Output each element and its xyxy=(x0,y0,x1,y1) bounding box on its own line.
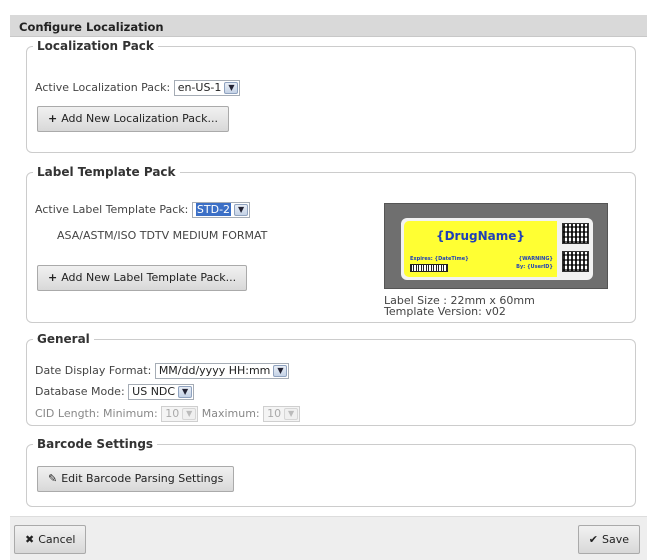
preview-warning: {WARNING} xyxy=(518,256,553,262)
database-mode-label: Database Mode: xyxy=(35,385,125,398)
chevron-down-icon: ▼ xyxy=(234,204,249,216)
localization-pack-value: en-US-1 xyxy=(177,81,222,94)
cancel-button[interactable]: ✖ Cancel xyxy=(14,525,87,554)
pencil-icon: ✎ xyxy=(48,472,58,485)
template-version-text: Template Version: v02 xyxy=(384,305,506,318)
dialog-footer: ✖ Cancel ✔ Save xyxy=(10,516,647,560)
label-template-pack-group: Label Template Pack Active Label Templat… xyxy=(26,165,636,323)
preview-2d-barcode-bottom xyxy=(562,251,589,272)
preview-drug-name: {DrugName} xyxy=(436,229,525,243)
chevron-down-icon: ▼ xyxy=(284,408,299,420)
dialog-content: Localization Pack Active Localization Pa… xyxy=(10,37,647,516)
localization-pack-legend: Localization Pack xyxy=(37,39,154,53)
save-button[interactable]: ✔ Save xyxy=(577,525,640,554)
cid-maximum-value: 10 xyxy=(267,407,282,420)
configure-localization-dialog: Configure Localization Localization Pack… xyxy=(10,15,647,560)
localization-pack-select[interactable]: en-US-1 ▼ xyxy=(173,80,241,96)
preview-expires: Expires: {DateTime} xyxy=(410,256,469,262)
cid-minimum-value: 10 xyxy=(165,407,180,420)
chevron-down-icon: ▼ xyxy=(224,82,239,94)
plus-icon: + xyxy=(48,112,58,125)
chevron-down-icon: ▼ xyxy=(178,386,193,398)
label-preview-card: {DrugName} Expires: {DateTime} {WARNING}… xyxy=(401,218,593,280)
localization-pack-group: Localization Pack Active Localization Pa… xyxy=(26,39,636,153)
active-localization-pack-label: Active Localization Pack: xyxy=(35,81,171,94)
label-preview-yellow-area: {DrugName} Expires: {DateTime} {WARNING}… xyxy=(404,221,557,277)
date-display-format-label: Date Display Format: xyxy=(35,364,152,377)
label-template-pack-select[interactable]: STD-2 ▼ xyxy=(191,202,251,218)
add-localization-pack-button[interactable]: + Add New Localization Pack... xyxy=(37,106,229,132)
general-legend: General xyxy=(37,332,90,346)
general-group: General Date Display Format: MM/dd/yyyy … xyxy=(26,332,636,426)
add-localization-pack-label: Add New Localization Pack... xyxy=(61,112,218,125)
save-button-label: Save xyxy=(601,533,629,546)
add-label-template-pack-label: Add New Label Template Pack... xyxy=(61,271,237,284)
add-label-template-pack-button[interactable]: + Add New Label Template Pack... xyxy=(37,265,248,291)
barcode-settings-legend: Barcode Settings xyxy=(37,437,154,451)
cid-length-minimum-label: CID Length: Minimum: xyxy=(35,407,158,420)
active-label-template-pack-label: Active Label Template Pack: xyxy=(35,203,189,216)
preview-linear-barcode xyxy=(410,264,448,272)
edit-barcode-parsing-settings-label: Edit Barcode Parsing Settings xyxy=(61,472,224,485)
edit-barcode-parsing-settings-button[interactable]: ✎ Edit Barcode Parsing Settings xyxy=(37,466,235,492)
preview-2d-barcode-top xyxy=(562,223,589,244)
cancel-button-label: Cancel xyxy=(38,533,76,546)
label-preview: {DrugName} Expires: {DateTime} {WARNING}… xyxy=(384,203,608,289)
cid-maximum-select[interactable]: 10 ▼ xyxy=(263,406,301,422)
preview-by: By: {UserID} xyxy=(516,264,553,270)
cid-length-maximum-label: Maximum: xyxy=(201,407,260,420)
database-mode-select[interactable]: US NDC ▼ xyxy=(128,384,195,400)
template-format-name: ASA/ASTM/ISO TDTV MEDIUM FORMAT xyxy=(57,229,268,242)
date-display-format-value: MM/dd/yyyy HH:mm xyxy=(158,364,271,377)
dialog-title: Configure Localization xyxy=(10,15,647,37)
label-template-pack-legend: Label Template Pack xyxy=(37,165,176,179)
plus-icon: + xyxy=(48,271,58,284)
label-template-pack-value: STD-2 xyxy=(195,203,232,216)
database-mode-value: US NDC xyxy=(132,385,176,398)
x-icon: ✖ xyxy=(25,533,35,546)
checkmark-icon: ✔ xyxy=(588,533,598,546)
barcode-settings-group: Barcode Settings ✎ Edit Barcode Parsing S… xyxy=(26,437,636,507)
date-display-format-select[interactable]: MM/dd/yyyy HH:mm ▼ xyxy=(154,363,290,379)
chevron-down-icon: ▼ xyxy=(273,365,288,377)
cid-minimum-select[interactable]: 10 ▼ xyxy=(161,406,199,422)
chevron-down-icon: ▼ xyxy=(182,408,197,420)
